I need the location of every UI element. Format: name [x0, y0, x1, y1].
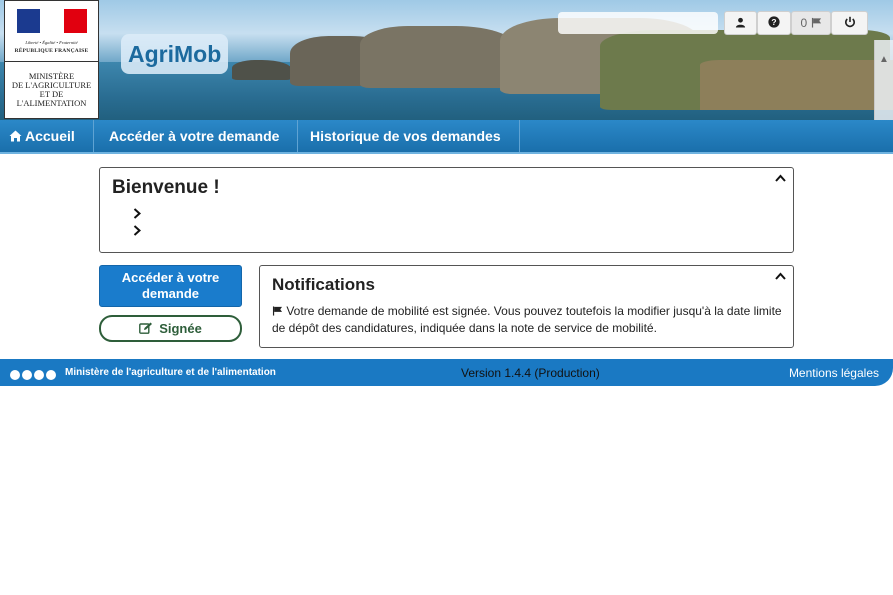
help-button[interactable]: ?	[757, 11, 791, 35]
republic-motto: Liberté • Égalité • Fraternité	[25, 40, 78, 45]
nav-request-history[interactable]: Historique de vos demandes	[292, 120, 520, 152]
rock-shape	[360, 26, 520, 88]
chevron-right-icon	[133, 207, 141, 222]
nav-access-request[interactable]: Accéder à votre demande	[91, 120, 299, 152]
header-banner: Liberté • Égalité • Fraternité RÉPUBLIQU…	[0, 0, 893, 120]
home-icon	[9, 130, 22, 142]
nav-home[interactable]: Accueil	[0, 120, 94, 152]
user-icon	[735, 17, 746, 28]
flag-icon	[811, 17, 821, 28]
profile-button[interactable]	[724, 11, 757, 35]
notification-message: Votre demande de mobilité est signée. Vo…	[272, 303, 782, 336]
access-button-line: Accéder à votre	[121, 270, 220, 285]
main-navigation: Accueil Accéder à votre demande Historiq…	[0, 120, 893, 154]
notifications-title: Notifications	[272, 275, 375, 294]
status-label: Signée	[159, 321, 202, 336]
status-signed-button[interactable]: Signée	[99, 315, 242, 342]
power-icon	[844, 16, 855, 28]
rock-shape	[700, 60, 893, 110]
svg-text:?: ?	[771, 17, 776, 27]
chevron-up-icon[interactable]	[775, 268, 786, 283]
notifications-panel: Notifications Votre demande de mobilité …	[259, 265, 794, 348]
notifications-button[interactable]: 0	[791, 11, 831, 35]
notification-count: 0	[800, 16, 808, 30]
app-version: Version 1.4.4 (Production)	[461, 366, 600, 380]
footer: Ministère de l'agriculture et de l'alime…	[0, 359, 893, 386]
footer-ministry: Ministère de l'agriculture et de l'alime…	[65, 367, 276, 378]
welcome-panel: Bienvenue !	[99, 167, 794, 253]
question-icon: ?	[768, 16, 780, 28]
legal-notice-link[interactable]: Mentions légales	[789, 366, 879, 380]
access-button-line: demande	[141, 286, 200, 301]
logout-button[interactable]	[831, 11, 868, 35]
government-logo: Liberté • Égalité • Fraternité RÉPUBLIQU…	[4, 0, 99, 119]
app-title[interactable]: AgriMob	[121, 34, 229, 74]
chevron-up-icon: ▲	[879, 54, 889, 65]
edit-icon	[139, 322, 153, 334]
notification-text: Votre demande de mobilité est signée. Vo…	[272, 304, 782, 335]
rock-shape	[232, 60, 292, 80]
marianne-logo: Liberté • Égalité • Fraternité RÉPUBLIQU…	[5, 1, 98, 62]
chevron-right-icon	[133, 224, 141, 239]
user-name-display	[558, 12, 718, 34]
flag-icon	[272, 306, 283, 316]
french-flag-icon	[16, 9, 87, 33]
ministry-dots-logo	[10, 367, 58, 385]
ministry-logo-text: MINISTÈRE DE L'AGRICULTURE ET DE L'ALIME…	[5, 62, 98, 108]
welcome-title: Bienvenue !	[112, 177, 220, 198]
chevron-up-icon[interactable]	[775, 170, 786, 185]
nav-home-label: Accueil	[25, 128, 75, 144]
scrollbar[interactable]: ▲	[874, 40, 893, 120]
ministry-line: L'ALIMENTATION	[16, 98, 87, 108]
republic-name: RÉPUBLIQUE FRANÇAISE	[14, 48, 89, 54]
access-request-button[interactable]: Accéder à votre demande	[99, 265, 242, 307]
